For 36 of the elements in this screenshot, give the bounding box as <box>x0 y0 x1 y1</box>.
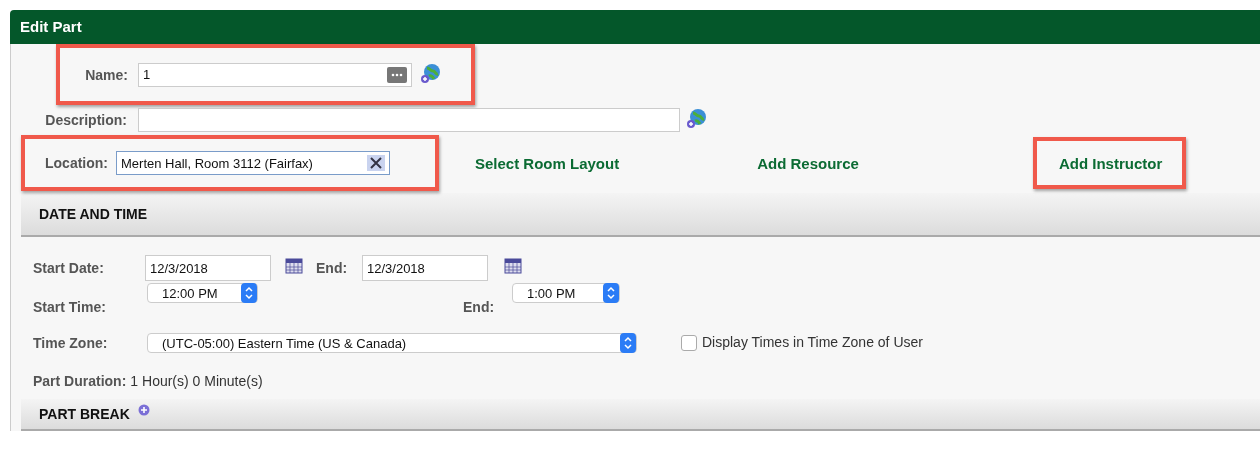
section-title: DATE AND TIME <box>39 206 148 222</box>
link[interactable]: Add Resource <box>735 150 879 176</box>
location-field[interactable]: Merten Hall, Room 3112 (Fairfax) <box>116 151 390 175</box>
stepper-icon <box>620 333 636 353</box>
time-zone-select[interactable]: (UTC-05:00) Eastern Time (US & Canada) <box>147 333 637 353</box>
stepper-icon <box>603 283 619 303</box>
field-label: Description: <box>44 112 127 128</box>
name-field[interactable]: 1 <box>138 62 412 87</box>
link[interactable]: Select Room Layout <box>453 150 640 176</box>
time-select[interactable]: 1:00 PM <box>512 283 620 303</box>
add-icon[interactable] <box>137 404 150 416</box>
duration-value: 1 Hour(s) 0 Minute(s) <box>130 373 263 389</box>
date-field[interactable]: 12/3/2018 <box>362 255 488 281</box>
field-label: Name: <box>84 66 128 83</box>
time-select[interactable]: 12:00 PM <box>147 283 258 303</box>
description-field[interactable] <box>138 108 680 132</box>
stepper-icon <box>241 283 257 303</box>
calendar-icon[interactable] <box>285 257 303 275</box>
field-label: Time Zone: <box>33 335 109 351</box>
window-title: Edit Part <box>10 10 1260 44</box>
field-label: End: <box>463 299 496 315</box>
field-label: Location: <box>45 155 108 171</box>
field-label: Start Time: <box>33 299 107 315</box>
globe-icon[interactable] <box>686 107 708 129</box>
checkbox-label: Display Times in Time Zone of User <box>702 334 923 350</box>
field-label: End: <box>316 260 349 276</box>
field-label: Part Duration: <box>33 373 127 389</box>
field-label: Start Date: <box>33 260 105 276</box>
link[interactable]: Add Instructor <box>1036 150 1183 176</box>
date-field[interactable]: 12/3/2018 <box>145 255 271 281</box>
clear-icon[interactable] <box>367 155 385 171</box>
section-title: PART BREAK <box>39 406 130 422</box>
checkbox[interactable] <box>681 335 697 351</box>
globe-icon[interactable] <box>420 61 442 84</box>
calendar-icon[interactable] <box>504 257 522 275</box>
more-icon[interactable] <box>387 66 407 83</box>
